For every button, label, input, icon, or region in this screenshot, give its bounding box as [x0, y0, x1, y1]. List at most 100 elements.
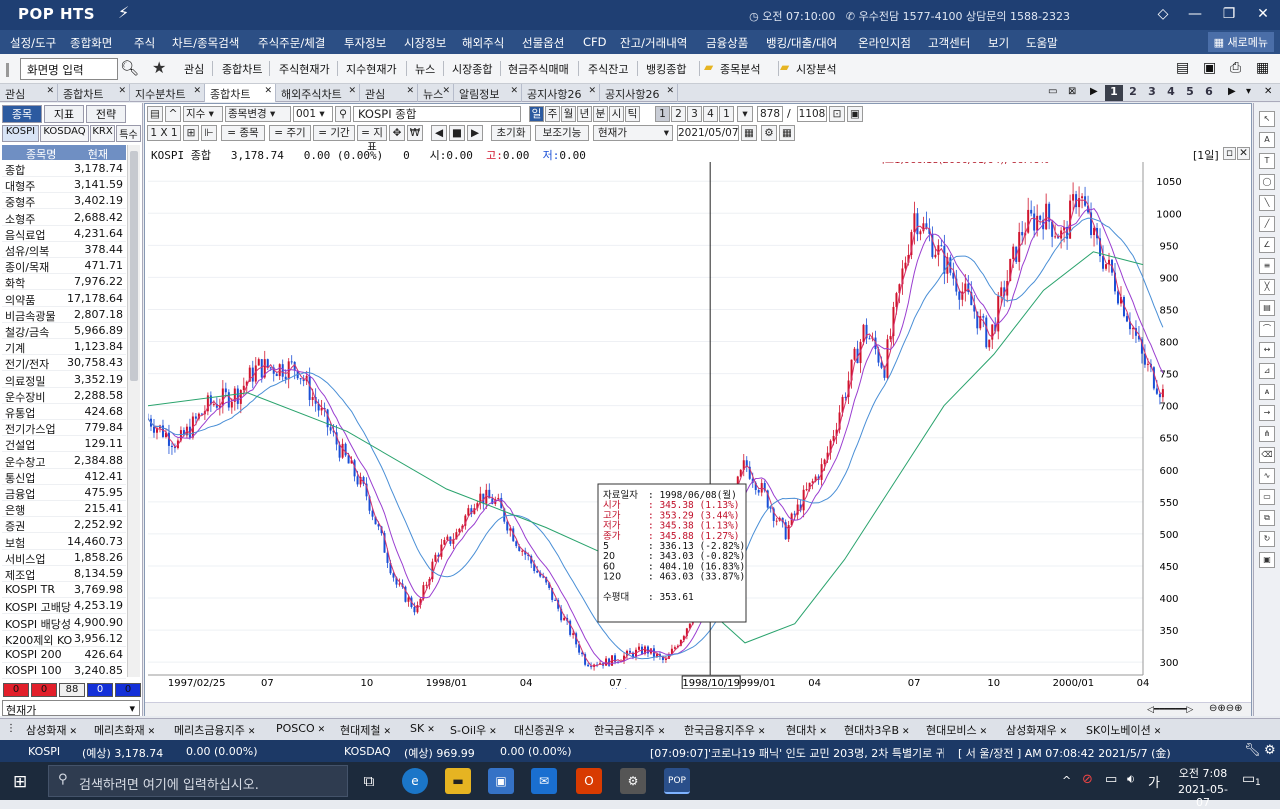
store-icon[interactable]: ▣ [488, 768, 514, 794]
close-icon[interactable]: ✕ [666, 86, 674, 96]
fib-icon[interactable]: ▤ [1259, 300, 1275, 316]
list-item[interactable]: KOSPI 고배당 4,253.19 [2, 598, 126, 615]
menu-item[interactable]: 금융상품 [706, 35, 748, 51]
page-number[interactable]: 5 [1181, 85, 1199, 101]
stock-tab[interactable]: 메리츠금융지주 ✕ [174, 722, 270, 738]
list-item[interactable]: 전기/전자 30,758.43 [2, 355, 126, 372]
stock-tab[interactable]: 현대제철 ✕ [340, 722, 404, 738]
arc-icon[interactable]: ⌒ [1259, 321, 1275, 337]
window-tab[interactable]: 해외주식차트 ✕ [276, 84, 360, 102]
close-icon[interactable]: ✕ [658, 727, 666, 737]
close-icon[interactable]: ✕ [383, 727, 391, 737]
close-icon[interactable]: ✕ [980, 727, 988, 737]
tab-scroll-icon[interactable]: ▶ [1228, 86, 1236, 97]
market-tab[interactable]: 특수 [116, 125, 141, 142]
drag-handle[interactable] [6, 63, 9, 77]
monitor-icon[interactable]: ▣ [1203, 60, 1216, 76]
search-icon[interactable]: ⚲ [335, 106, 351, 122]
assist-button[interactable]: 보조기능 [535, 125, 589, 141]
menu-icon[interactable]: ▤ [147, 106, 163, 122]
page-number[interactable]: 3 [1143, 85, 1161, 101]
close-icon[interactable]: ✕ [902, 727, 910, 737]
toolbar-item[interactable]: 현금주식매매 [508, 61, 569, 77]
select-icon[interactable]: ▣ [1259, 552, 1275, 568]
lightning-icon[interactable]: ⚡ [118, 3, 129, 22]
close-icon[interactable]: ✕ [588, 86, 596, 96]
gann-icon[interactable]: ╳ [1259, 279, 1275, 295]
mail-icon[interactable]: ✉ [531, 768, 557, 794]
app-icon[interactable]: ⚙ [620, 768, 646, 794]
angle-icon[interactable]: ∠ [1259, 237, 1275, 253]
chevron-down-icon[interactable]: ▾ [737, 106, 753, 122]
menu-item[interactable]: 선물옵션 [522, 35, 564, 51]
stock-tab[interactable]: SK ✕ [410, 722, 444, 735]
period-num-button[interactable]: 4 [703, 106, 718, 122]
axis-icon[interactable]: ⊩ [201, 125, 217, 141]
search-icon[interactable]: 🔍︎ [120, 59, 139, 77]
stock-tab[interactable]: 한국금융지주 ✕ [594, 722, 678, 738]
close-icon[interactable]: ✕ [819, 727, 827, 737]
menu-item[interactable]: 설정/도구 [10, 35, 56, 51]
list-item[interactable]: KOSPI 200 426.64 [2, 647, 126, 663]
alert-icon[interactable]: ⊘ [1082, 772, 1093, 787]
chevron-up-icon[interactable]: ^ [165, 106, 181, 122]
list-item[interactable]: 유통업 424.68 [2, 404, 126, 420]
close-icon[interactable]: ✕ [1264, 86, 1272, 97]
period-button[interactable]: 분 [593, 106, 608, 122]
menu-item[interactable]: CFD [583, 35, 607, 49]
menu-item[interactable]: 차트/종목검색 [172, 35, 239, 51]
market-tab[interactable]: KRX [90, 125, 115, 142]
close-icon[interactable]: ✕ [442, 86, 450, 96]
grid-icon[interactable]: ▦ [1256, 60, 1269, 76]
period-num-button[interactable]: 2 [671, 106, 686, 122]
sidebar-tab[interactable]: 지표 [44, 105, 84, 123]
menu-item[interactable]: 잔고/거래내역 [620, 35, 687, 51]
menu-item[interactable]: 고객센터 [928, 35, 970, 51]
list-item[interactable]: 제조업 8,134.59 [2, 566, 126, 582]
page-number[interactable]: 2 [1124, 85, 1142, 101]
calendar-icon[interactable]: ▦ [741, 125, 757, 141]
list-item[interactable]: 서비스업 1,858.26 [2, 550, 126, 566]
stock-tab[interactable]: POSCO ✕ [276, 722, 334, 735]
sync-button[interactable]: = 주기 [269, 125, 311, 141]
period-num-button[interactable]: 1 [655, 106, 670, 122]
all-icon[interactable]: A [1259, 132, 1275, 148]
menu-item[interactable]: 보기 [988, 35, 1009, 51]
stock-tab[interactable]: 메리츠화재 ✕ [94, 722, 168, 738]
list-item[interactable]: 기계 1,123.84 [2, 339, 126, 356]
period-button[interactable]: 주 [545, 106, 560, 122]
window-icon[interactable]: ⊡ [829, 106, 845, 122]
menu-item[interactable]: 온라인지점 [858, 35, 911, 51]
stock-name-field[interactable]: KOSPI 종합 [353, 106, 521, 122]
toolbar-item[interactable]: 주식현재가 [279, 61, 330, 77]
list-item[interactable]: 철강/금속 5,966.89 [2, 323, 126, 339]
close-icon[interactable]: ✕ [46, 86, 54, 96]
window-tab[interactable]: 지수분차트 ✕ [130, 84, 205, 102]
folder-icon[interactable]: ▬ [445, 768, 471, 794]
taskbar-search[interactable]: 검색하려면 여기에 입력하십시오. [48, 765, 348, 797]
stock-tab[interactable]: 현대모비스 ✕ [926, 722, 1000, 738]
close-icon[interactable]: ✕ [148, 727, 156, 737]
list-item[interactable]: KOSPI 배당성 4,900.90 [2, 615, 126, 631]
pop-hts-icon[interactable]: POP [664, 768, 690, 794]
next-icon[interactable]: ▶ [467, 125, 483, 141]
prev-icon[interactable]: ◀ [431, 125, 447, 141]
list-item[interactable]: 의료정밀 3,352.19 [2, 372, 126, 388]
settings-icon[interactable]: ⚙ [1264, 743, 1276, 758]
close-icon[interactable]: ✕ [406, 86, 414, 96]
window-tab[interactable]: 공지사항26 ✕ [600, 84, 678, 102]
stock-tab[interactable]: 대신증권우 ✕ [514, 722, 588, 738]
toolbar-item[interactable]: 종목분석 [720, 61, 760, 77]
cursor-icon[interactable]: ↖ [1259, 111, 1275, 127]
cycle-icon[interactable]: ∿ [1259, 468, 1275, 484]
window-tab[interactable]: 관심 ✕ [360, 84, 418, 102]
list-item[interactable]: 중형주 3,402.19 [2, 193, 126, 210]
menu-item[interactable]: 주식주문/체결 [258, 35, 325, 51]
grid-icon[interactable]: ▦ [779, 125, 795, 141]
rotate-icon[interactable]: ↻ [1259, 531, 1275, 547]
tab-list-icon[interactable]: ▭ [1048, 86, 1057, 97]
sidebar-tab[interactable]: 전략 [86, 105, 126, 123]
page-number[interactable]: 6 [1200, 85, 1218, 101]
ruler-icon[interactable]: ⊿ [1259, 363, 1275, 379]
wrench-icon[interactable]: 🔧︎ [1244, 743, 1261, 758]
